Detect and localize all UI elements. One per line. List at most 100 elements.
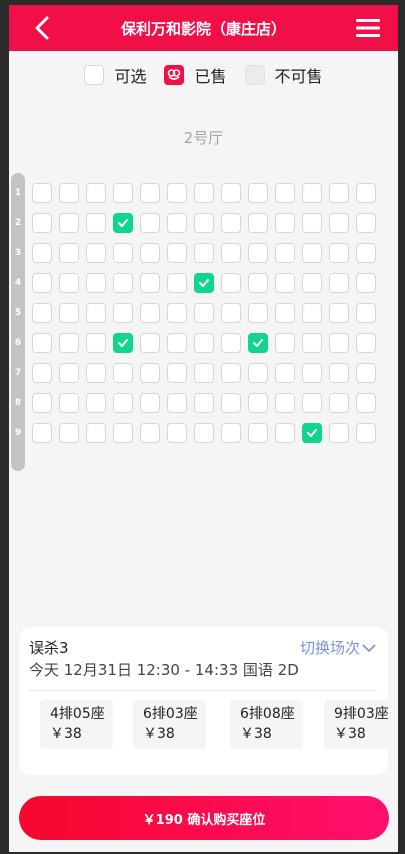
available-seat[interactable]: [302, 303, 322, 323]
available-seat[interactable]: [194, 333, 214, 353]
selected-seat[interactable]: [113, 333, 133, 353]
available-seat[interactable]: [221, 363, 241, 383]
available-seat[interactable]: [356, 243, 376, 263]
available-seat[interactable]: [221, 183, 241, 203]
available-seat[interactable]: [140, 273, 160, 293]
selected-seat[interactable]: [248, 333, 268, 353]
available-seat[interactable]: [329, 243, 349, 263]
available-seat[interactable]: [86, 393, 106, 413]
available-seat[interactable]: [356, 273, 376, 293]
ticket-card[interactable]: 6排08座 ￥38: [230, 700, 303, 749]
available-seat[interactable]: [194, 213, 214, 233]
available-seat[interactable]: [248, 183, 268, 203]
available-seat[interactable]: [302, 183, 322, 203]
available-seat[interactable]: [167, 333, 187, 353]
available-seat[interactable]: [248, 303, 268, 323]
available-seat[interactable]: [167, 303, 187, 323]
available-seat[interactable]: [329, 363, 349, 383]
available-seat[interactable]: [248, 423, 268, 443]
available-seat[interactable]: [32, 273, 52, 293]
available-seat[interactable]: [113, 243, 133, 263]
available-seat[interactable]: [221, 273, 241, 293]
available-seat[interactable]: [86, 213, 106, 233]
available-seat[interactable]: [32, 333, 52, 353]
available-seat[interactable]: [248, 273, 268, 293]
ticket-card[interactable]: 6排03座 ￥38: [133, 700, 206, 749]
available-seat[interactable]: [302, 363, 322, 383]
available-seat[interactable]: [167, 363, 187, 383]
available-seat[interactable]: [275, 363, 295, 383]
available-seat[interactable]: [113, 423, 133, 443]
available-seat[interactable]: [302, 213, 322, 233]
available-seat[interactable]: [86, 183, 106, 203]
available-seat[interactable]: [59, 273, 79, 293]
available-seat[interactable]: [248, 393, 268, 413]
available-seat[interactable]: [59, 213, 79, 233]
available-seat[interactable]: [140, 243, 160, 263]
available-seat[interactable]: [329, 303, 349, 323]
available-seat[interactable]: [140, 213, 160, 233]
available-seat[interactable]: [302, 393, 322, 413]
ticket-card[interactable]: 9排03座 ￥38: [324, 700, 388, 749]
available-seat[interactable]: [113, 393, 133, 413]
available-seat[interactable]: [86, 303, 106, 323]
available-seat[interactable]: [275, 303, 295, 323]
menu-icon[interactable]: [356, 19, 380, 37]
back-arrow-icon[interactable]: [33, 15, 51, 41]
available-seat[interactable]: [32, 183, 52, 203]
available-seat[interactable]: [59, 303, 79, 323]
available-seat[interactable]: [221, 303, 241, 323]
available-seat[interactable]: [59, 243, 79, 263]
available-seat[interactable]: [221, 333, 241, 353]
available-seat[interactable]: [356, 363, 376, 383]
available-seat[interactable]: [140, 183, 160, 203]
available-seat[interactable]: [275, 333, 295, 353]
available-seat[interactable]: [221, 393, 241, 413]
available-seat[interactable]: [356, 393, 376, 413]
available-seat[interactable]: [32, 363, 52, 383]
available-seat[interactable]: [329, 213, 349, 233]
available-seat[interactable]: [275, 213, 295, 233]
available-seat[interactable]: [356, 213, 376, 233]
available-seat[interactable]: [248, 213, 268, 233]
available-seat[interactable]: [221, 243, 241, 263]
switch-showtime-button[interactable]: 切换场次: [300, 637, 376, 658]
available-seat[interactable]: [194, 393, 214, 413]
available-seat[interactable]: [140, 333, 160, 353]
available-seat[interactable]: [329, 423, 349, 443]
available-seat[interactable]: [86, 243, 106, 263]
available-seat[interactable]: [329, 333, 349, 353]
available-seat[interactable]: [140, 423, 160, 443]
available-seat[interactable]: [113, 273, 133, 293]
available-seat[interactable]: [59, 333, 79, 353]
available-seat[interactable]: [194, 303, 214, 323]
available-seat[interactable]: [59, 423, 79, 443]
available-seat[interactable]: [167, 243, 187, 263]
available-seat[interactable]: [86, 333, 106, 353]
available-seat[interactable]: [302, 333, 322, 353]
available-seat[interactable]: [194, 183, 214, 203]
available-seat[interactable]: [140, 363, 160, 383]
available-seat[interactable]: [140, 393, 160, 413]
available-seat[interactable]: [356, 183, 376, 203]
available-seat[interactable]: [221, 423, 241, 443]
available-seat[interactable]: [86, 273, 106, 293]
selected-seat[interactable]: [302, 423, 322, 443]
available-seat[interactable]: [356, 333, 376, 353]
confirm-purchase-button[interactable]: ￥190 确认购买座位: [19, 796, 389, 840]
available-seat[interactable]: [329, 183, 349, 203]
selected-seat[interactable]: [194, 273, 214, 293]
available-seat[interactable]: [329, 393, 349, 413]
available-seat[interactable]: [113, 183, 133, 203]
available-seat[interactable]: [113, 303, 133, 323]
available-seat[interactable]: [194, 423, 214, 443]
available-seat[interactable]: [194, 363, 214, 383]
available-seat[interactable]: [275, 273, 295, 293]
available-seat[interactable]: [32, 423, 52, 443]
ticket-card[interactable]: 4排05座 ￥38: [40, 700, 113, 749]
available-seat[interactable]: [221, 213, 241, 233]
available-seat[interactable]: [275, 243, 295, 263]
available-seat[interactable]: [59, 393, 79, 413]
available-seat[interactable]: [356, 423, 376, 443]
available-seat[interactable]: [167, 423, 187, 443]
